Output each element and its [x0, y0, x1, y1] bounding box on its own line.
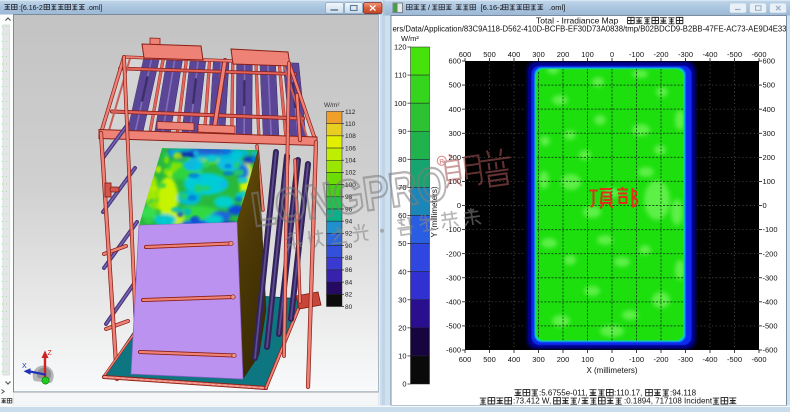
svg-text:200: 200	[557, 50, 570, 59]
svg-text::[6.16-2: :[6.16-2	[19, 5, 43, 12]
svg-text:106: 106	[345, 145, 356, 152]
svg-text:Z: Z	[48, 350, 53, 357]
svg-text:500: 500	[763, 81, 776, 90]
svg-text:82: 82	[345, 292, 353, 299]
svg-text::73.412 W,: :73.412 W,	[513, 396, 551, 405]
svg-text:-600: -600	[751, 355, 766, 364]
svg-text:500: 500	[448, 81, 461, 90]
svg-text:400: 400	[448, 105, 461, 114]
svg-text:-300: -300	[678, 50, 693, 59]
svg-text:600: 600	[459, 355, 472, 364]
svg-text:-100: -100	[446, 225, 461, 234]
svg-text:W/m²: W/m²	[324, 102, 340, 109]
svg-text:-100: -100	[629, 50, 644, 59]
svg-text:-500: -500	[727, 50, 742, 59]
svg-text:300: 300	[763, 129, 776, 138]
svg-text:400: 400	[508, 355, 521, 364]
svg-text:-600: -600	[751, 50, 766, 59]
svg-text:200: 200	[557, 355, 570, 364]
svg-text:112: 112	[345, 109, 356, 116]
svg-text:500: 500	[483, 50, 496, 59]
svg-text:0: 0	[610, 50, 614, 59]
svg-text:-400: -400	[763, 297, 778, 306]
svg-text:-300: -300	[678, 355, 693, 364]
svg-text:X (millimeters): X (millimeters)	[586, 366, 637, 375]
svg-text:80: 80	[345, 304, 353, 311]
svg-text:-300: -300	[446, 273, 461, 282]
svg-text:108: 108	[345, 133, 356, 140]
svg-text:-300: -300	[763, 273, 778, 282]
svg-text:90: 90	[345, 243, 353, 250]
svg-text:-200: -200	[763, 249, 778, 258]
svg-text:40: 40	[398, 267, 406, 276]
svg-text:-600: -600	[446, 346, 461, 355]
svg-text:500: 500	[483, 355, 496, 364]
svg-text:[6.16-2: [6.16-2	[481, 3, 504, 12]
svg-text:-200: -200	[653, 50, 668, 59]
svg-text:86: 86	[345, 267, 353, 274]
svg-text:-200: -200	[653, 355, 668, 364]
svg-text:300: 300	[532, 355, 545, 364]
svg-text:ers/Data/Application/83C9A118-: ers/Data/Application/83C9A118-D562-410D-…	[393, 24, 787, 34]
svg-text:-200: -200	[446, 249, 461, 258]
svg-text:-100: -100	[629, 355, 644, 364]
svg-text:0: 0	[457, 201, 461, 210]
svg-text:400: 400	[508, 50, 521, 59]
svg-text:X: X	[22, 363, 27, 370]
svg-text:-400: -400	[446, 297, 461, 306]
svg-text:300: 300	[448, 129, 461, 138]
svg-text:88: 88	[345, 255, 353, 262]
svg-text:100: 100	[763, 177, 776, 186]
svg-text:-400: -400	[702, 355, 717, 364]
svg-text:90: 90	[398, 127, 406, 136]
svg-text:50: 50	[398, 239, 406, 248]
svg-text:110: 110	[345, 121, 356, 128]
svg-text:-100: -100	[763, 225, 778, 234]
svg-text::0.1894, 717108 Incident: :0.1894, 717108 Incident	[624, 396, 713, 405]
svg-text:200: 200	[763, 153, 776, 162]
svg-text:300: 300	[532, 50, 545, 59]
svg-text:0: 0	[610, 355, 614, 364]
svg-text:120: 120	[394, 43, 407, 52]
svg-text:0: 0	[402, 380, 406, 389]
svg-text:.oml]: .oml]	[549, 3, 565, 12]
svg-text:92: 92	[345, 231, 353, 238]
svg-text:-500: -500	[763, 322, 778, 331]
svg-text:104: 104	[345, 158, 356, 165]
svg-text:30: 30	[398, 295, 406, 304]
svg-text:100: 100	[581, 50, 594, 59]
svg-text:100: 100	[581, 355, 594, 364]
svg-text:400: 400	[763, 105, 776, 114]
svg-text:100: 100	[394, 99, 407, 108]
svg-text:0: 0	[763, 201, 767, 210]
svg-text:.oml]: .oml]	[87, 5, 102, 12]
svg-text:84: 84	[345, 279, 353, 286]
svg-text:-600: -600	[763, 346, 778, 355]
svg-text:-500: -500	[446, 322, 461, 331]
svg-text:110: 110	[395, 71, 407, 80]
svg-text:-500: -500	[727, 355, 742, 364]
svg-text:-400: -400	[702, 50, 717, 59]
svg-text:600: 600	[448, 57, 461, 66]
svg-text:10: 10	[398, 352, 406, 361]
svg-text:20: 20	[398, 323, 406, 332]
